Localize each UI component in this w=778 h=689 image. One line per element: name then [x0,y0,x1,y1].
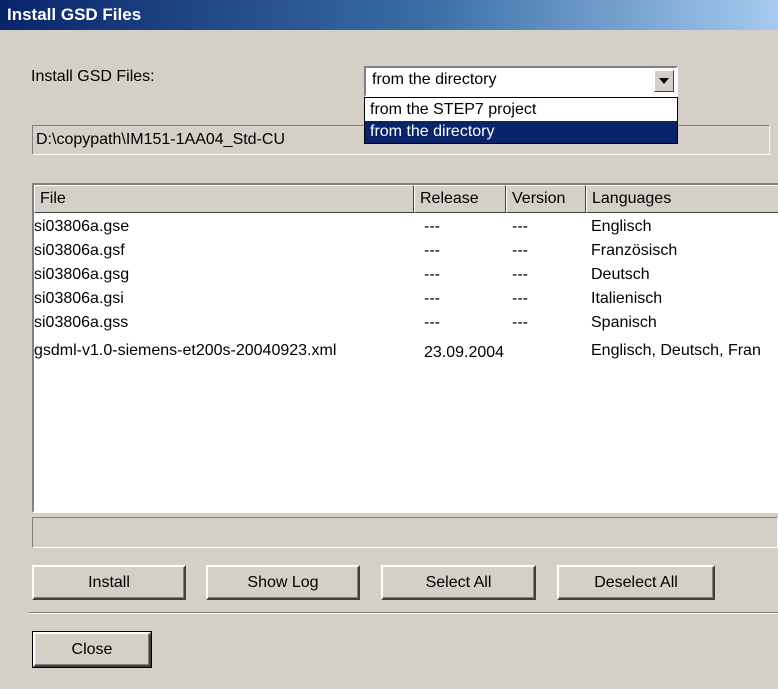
release-cell: --- [424,290,440,307]
chevron-down-icon [659,78,669,84]
path-value: D:\copypath\IM151-1AA04_Std-CU [36,131,286,148]
column-header-file[interactable]: File [34,185,414,213]
file-cell: si03806a.gsg [34,266,130,283]
install-source-value: from the directory [372,71,497,88]
column-header-release[interactable]: Release [414,185,506,213]
show-log-button[interactable]: Show Log [206,565,360,600]
version-cell: --- [512,290,528,307]
separator [28,612,778,614]
dropdown-option-step7-project[interactable]: from the STEP7 project [365,99,677,121]
close-button[interactable]: Close [32,631,152,668]
file-cell: gsdml-v1.0-siemens-et200s-20040923.xml [34,342,337,359]
dropdown-option-directory[interactable]: from the directory [365,121,677,143]
window-title: Install GSD Files [7,5,142,24]
languages-cell: Englisch, Deutsch, Fran [591,342,761,359]
title-bar: Install GSD Files [0,0,778,30]
version-cell: --- [512,266,528,283]
install-button[interactable]: Install [32,565,186,600]
version-cell: --- [512,314,528,331]
file-cell: si03806a.gss [34,314,129,331]
select-all-button[interactable]: Select All [381,565,536,600]
deselect-all-button[interactable]: Deselect All [557,565,715,600]
dropdown-button[interactable] [654,70,674,92]
release-cell: 23.09.2004 [424,344,505,361]
column-header-languages[interactable]: Languages [586,185,778,213]
column-header-version[interactable]: Version [506,185,586,213]
release-cell: --- [424,218,440,235]
version-cell: --- [512,218,528,235]
status-field [32,517,778,548]
install-source-dropdown-list: from the STEP7 project from the director… [364,97,678,144]
languages-cell: Deutsch [591,266,650,283]
version-cell: --- [512,242,528,259]
languages-cell: Englisch [591,218,652,235]
install-source-label: Install GSD Files: [31,68,155,85]
file-cell: si03806a.gse [34,218,130,235]
file-cell: si03806a.gsf [34,242,125,259]
release-cell: --- [424,314,440,331]
languages-cell: Spanisch [591,314,657,331]
gsd-file-list[interactable]: File Release Version Languages si03806a.… [32,183,778,513]
release-cell: --- [424,266,440,283]
languages-cell: Italienisch [591,290,663,307]
install-source-combobox[interactable]: from the directory [364,66,678,97]
release-cell: --- [424,242,440,259]
file-cell: si03806a.gsi [34,290,124,307]
languages-cell: Französisch [591,242,678,259]
